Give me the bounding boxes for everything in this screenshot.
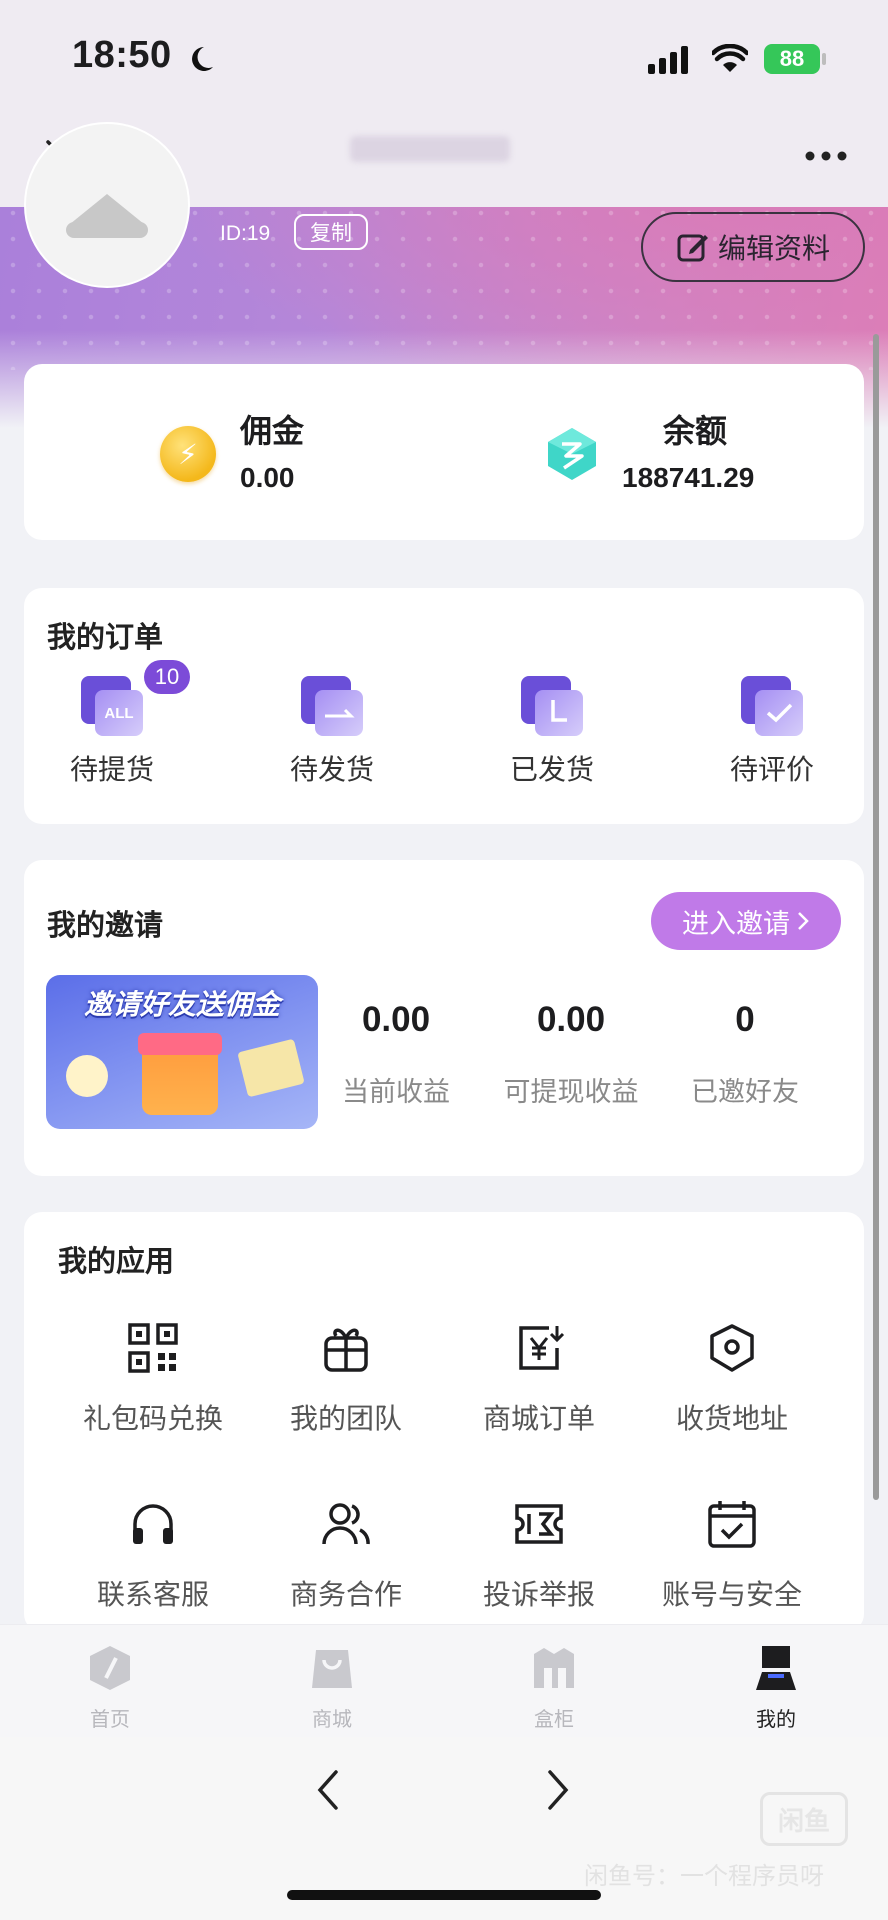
commission-label: 佣金 [240, 413, 305, 449]
order-label: 待发货 [289, 754, 374, 785]
qr-code-icon [128, 1323, 178, 1373]
signal-icon [648, 46, 688, 74]
order-label: 待提货 [69, 754, 154, 785]
ticket-icon [515, 1504, 563, 1544]
gem-icon [548, 428, 596, 480]
users-icon [322, 1503, 370, 1545]
stat-value: 0 [735, 1000, 755, 1039]
user-id: ID:19 [220, 222, 271, 245]
profile-tab-icon [756, 1646, 796, 1690]
calendar-check-icon [708, 1501, 756, 1548]
tab-label: 我的 [756, 1709, 796, 1731]
card-image [237, 1038, 305, 1098]
tab-shop[interactable]: 商城 [272, 1644, 392, 1732]
status-time: 18:50 [72, 34, 172, 76]
enter-invite-label: 进入邀请 [682, 908, 790, 939]
stat-value: 0.00 [361, 1000, 431, 1039]
all-orders-icon: ALL [81, 676, 143, 736]
wifi-icon [712, 44, 748, 72]
avatar-placeholder-icon [66, 194, 148, 238]
order-to-review[interactable]: 待评价 [682, 676, 862, 788]
home-indicator[interactable] [287, 1890, 601, 1900]
order-yen-icon [519, 1326, 565, 1370]
location-icon [710, 1324, 754, 1372]
copy-id-button[interactable]: 复制 [294, 214, 368, 250]
stat-label: 可提现收益 [503, 1077, 639, 1107]
order-shipped[interactable]: 已发货 [462, 676, 642, 788]
order-label: 待评价 [729, 754, 814, 785]
gift-ribbon [138, 1033, 222, 1055]
apps-title: 我的应用 [58, 1246, 175, 1278]
tab-home[interactable]: 首页 [50, 1644, 170, 1732]
app-shipping-address[interactable]: 收货地址 [637, 1322, 827, 1437]
order-label: 已发货 [509, 754, 594, 785]
watermark-logo: 闲鱼 [760, 1792, 848, 1846]
home-box-icon [90, 1646, 130, 1690]
moon-icon [192, 47, 213, 71]
tab-label: 盒柜 [534, 1709, 574, 1731]
tab-cabinet[interactable]: 盒柜 [494, 1644, 614, 1732]
app-customer-service[interactable]: 联系客服 [58, 1498, 248, 1613]
headset-icon [133, 1504, 173, 1544]
edit-profile-button[interactable]: 编辑资料 [641, 212, 865, 282]
app-label: 商务合作 [289, 1579, 402, 1610]
to-ship-icon [301, 676, 363, 736]
balance-card [24, 364, 864, 540]
shipped-icon [521, 676, 583, 736]
coin-icon: ⚡ [160, 426, 216, 482]
tab-mine[interactable]: 我的 [716, 1644, 836, 1732]
app-my-team[interactable]: 我的团队 [251, 1322, 441, 1437]
order-count-badge: 10 [144, 660, 190, 694]
app-complaint[interactable]: 投诉举报 [444, 1498, 634, 1613]
app-label: 礼包码兑换 [82, 1403, 223, 1434]
shop-bag-icon [312, 1650, 352, 1688]
app-label: 我的团队 [289, 1403, 402, 1434]
battery-indicator: 88 [764, 44, 820, 74]
chevron-right-icon [798, 912, 809, 930]
stat-value: 0.00 [536, 1000, 606, 1039]
app-gift-code[interactable]: 礼包码兑换 [58, 1322, 248, 1437]
stat-label: 当前收益 [342, 1077, 450, 1107]
invite-banner[interactable]: 邀请好友送佣金 [46, 975, 318, 1129]
avatar[interactable] [24, 122, 190, 288]
app-account-security[interactable]: 账号与安全 [637, 1498, 827, 1613]
cabinet-icon [534, 1648, 574, 1688]
app-label: 收货地址 [675, 1403, 788, 1434]
app-business[interactable]: 商务合作 [251, 1498, 441, 1613]
order-to-ship[interactable]: 待发货 [242, 676, 422, 788]
more-icon[interactable] [804, 150, 848, 162]
blurred-page-title [350, 136, 510, 162]
orders-title: 我的订单 [47, 622, 164, 654]
enter-invite-button[interactable]: 进入邀请 [651, 892, 841, 950]
tab-label: 商城 [312, 1709, 352, 1731]
edit-icon [677, 234, 708, 262]
to-review-icon [741, 676, 803, 736]
app-label: 联系客服 [96, 1579, 209, 1610]
forward-arrow-icon[interactable] [546, 1768, 570, 1812]
edit-profile-label: 编辑资料 [717, 233, 830, 264]
app-label: 投诉举报 [482, 1579, 595, 1610]
stat-label: 已邀好友 [691, 1077, 799, 1107]
commission-value: 0.00 [240, 462, 295, 493]
app-mall-orders[interactable]: 商城订单 [444, 1322, 634, 1437]
invite-title: 我的邀请 [47, 910, 164, 942]
app-label: 商城订单 [482, 1403, 595, 1434]
balance-label: 余额 [662, 413, 727, 449]
watermark-text: 闲鱼号：一个程序员呀 [584, 1863, 824, 1890]
battery-tip [822, 53, 826, 65]
scrollbar[interactable] [873, 334, 879, 1500]
banner-text: 邀请好友送佣金 [83, 989, 280, 1020]
back-arrow-icon[interactable] [316, 1768, 340, 1812]
app-label: 账号与安全 [661, 1579, 802, 1610]
cup-image [66, 1055, 108, 1097]
tab-label: 首页 [90, 1709, 130, 1731]
balance-value: 188741.29 [622, 462, 755, 493]
gift-icon [324, 1328, 368, 1372]
